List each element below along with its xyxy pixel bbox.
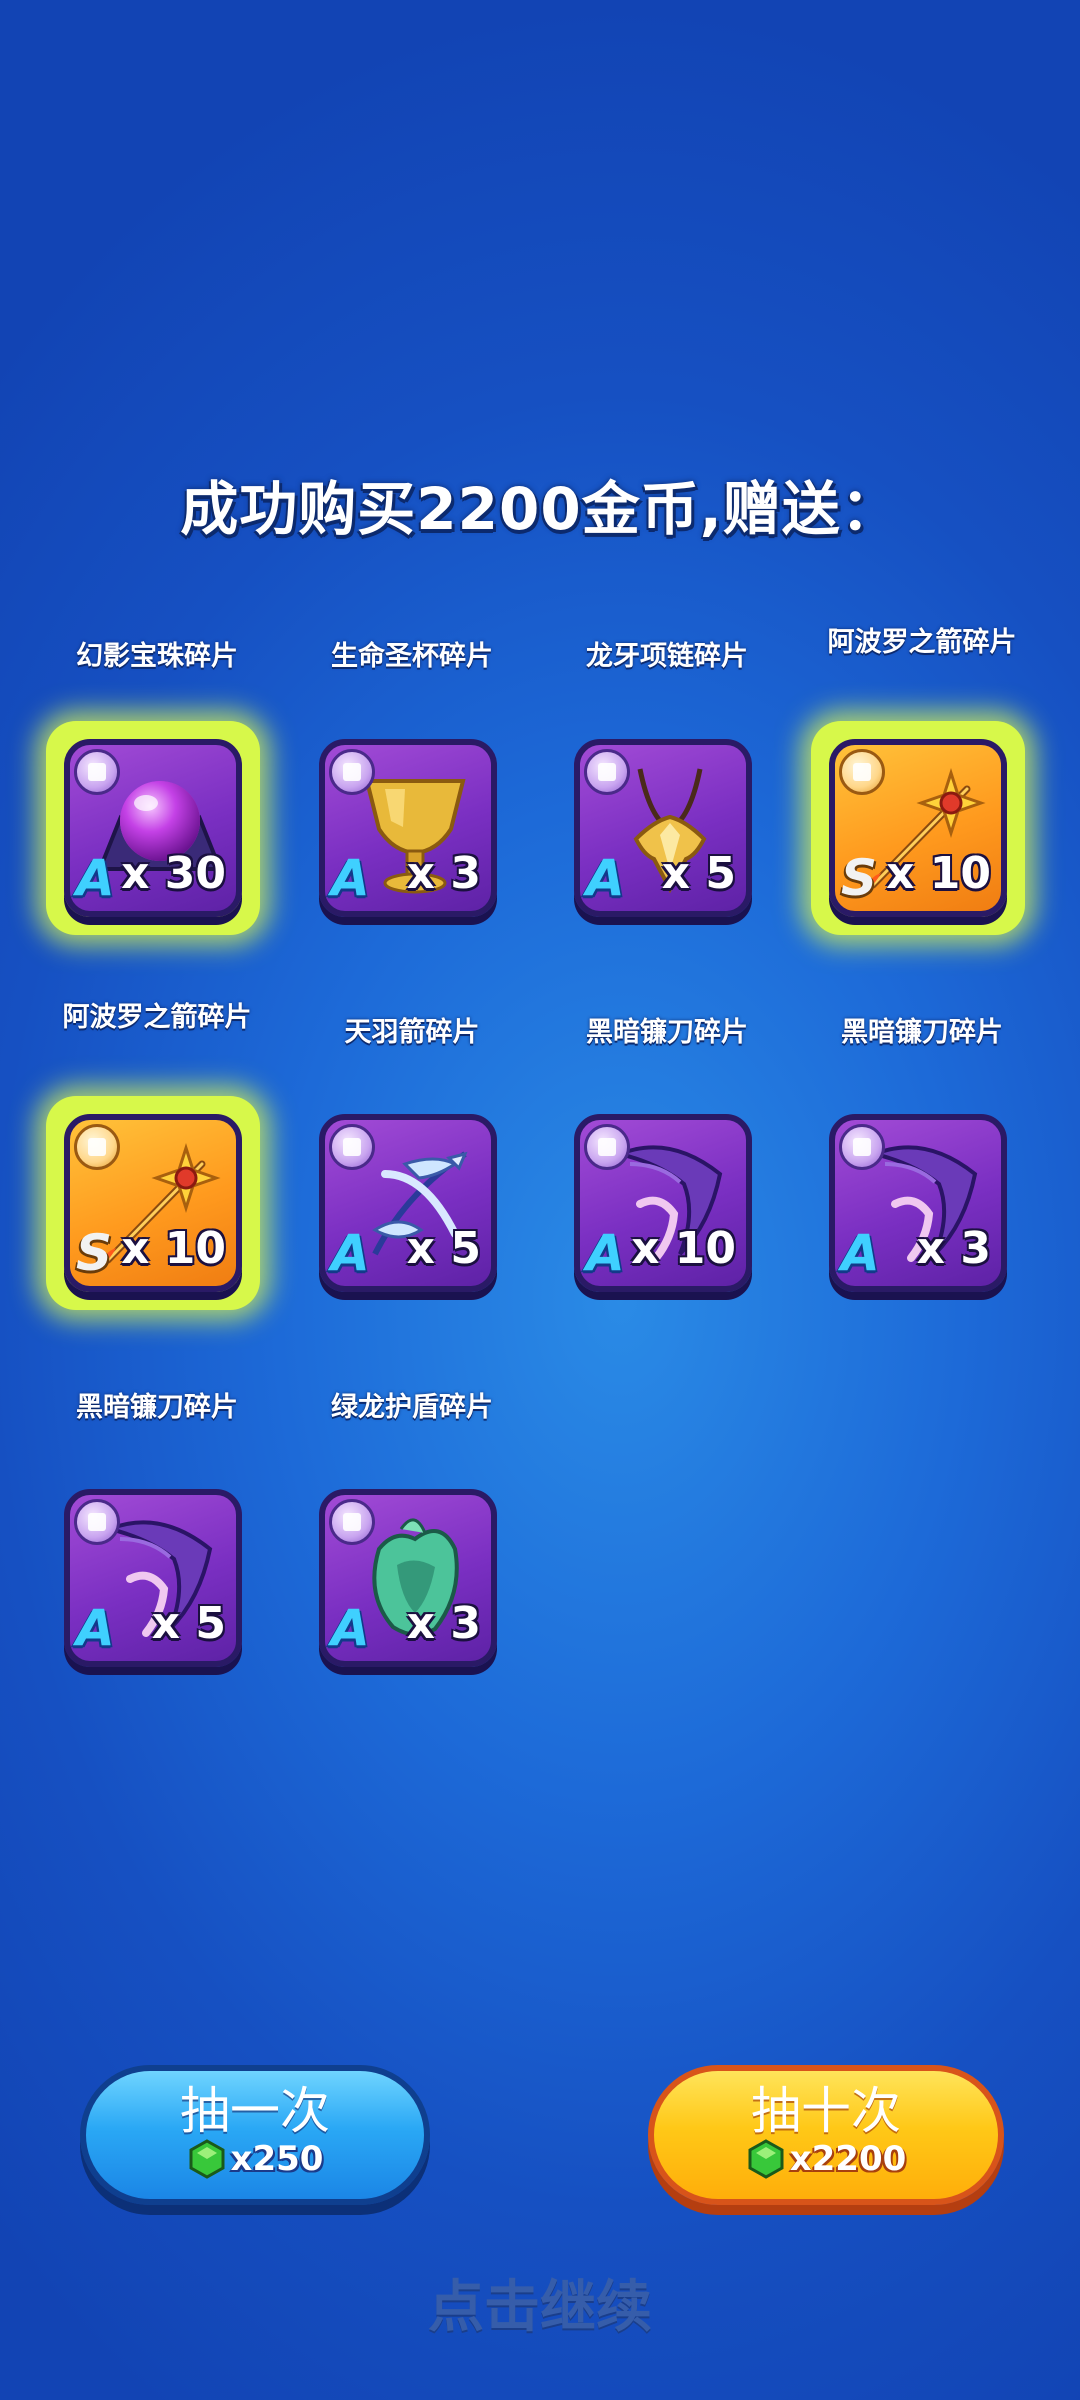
grade-badge: A [331,1599,370,1657]
item-quantity: x 5 [406,1223,481,1274]
item-quantity: x 5 [661,848,736,899]
item-card: A x 30 [64,739,242,917]
item-card: A x 3 [319,1489,497,1667]
item-quantity: x 3 [916,1223,991,1274]
item-name: 幻影宝珠碎片 [76,641,238,672]
item-quantity: x 10 [886,848,991,899]
draw-once-label: 抽一次 [180,2082,330,2140]
puzzle-piece-icon [329,1499,375,1545]
item-card: A x 5 [64,1489,242,1667]
item-quantity: x 3 [406,848,481,899]
draw-ten-cost-value: x2200 [789,2139,907,2179]
grade-badge: S [841,849,878,907]
item-quantity: x 5 [151,1598,226,1649]
draw-ten-button[interactable]: 抽十次 x2200 [648,2065,1004,2205]
item-quantity: x 10 [121,1223,226,1274]
puzzle-piece-icon [74,749,120,795]
item-card: A x 5 [574,739,752,917]
puzzle-piece-icon [584,749,630,795]
item-card: A x 5 [319,1114,497,1292]
grade-badge: A [841,1224,880,1282]
grade-badge: S [76,1224,113,1282]
item-card: S x 10 [64,1114,242,1292]
item-name: 生命圣杯碎片 [331,641,493,672]
grade-badge: A [586,849,625,907]
item-name: 绿龙护盾碎片 [331,1392,493,1423]
puzzle-piece-icon [74,1499,120,1545]
grade-badge: A [76,1599,115,1657]
item-quantity: x 10 [631,1223,736,1274]
draw-ten-cost: x2200 [746,2139,907,2179]
tap-to-continue[interactable]: 点击继续 [0,2262,1080,2343]
puzzle-piece-icon [839,1124,885,1170]
grade-badge: A [586,1224,625,1282]
puzzle-piece-icon [329,749,375,795]
item-name: 黑暗镰刀碎片 [586,1017,748,1048]
puzzle-piece-icon [74,1124,120,1170]
puzzle-piece-icon [839,749,885,795]
item-name: 黑暗镰刀碎片 [841,1017,1003,1048]
grade-badge: A [76,849,115,907]
item-name: 黑暗镰刀碎片 [76,1392,238,1423]
grade-badge: A [331,849,370,907]
draw-once-button[interactable]: 抽一次 x250 [80,2065,430,2205]
item-card: S x 10 [829,739,1007,917]
item-card: A x 3 [319,739,497,917]
item-name: 天羽箭碎片 [344,1017,480,1048]
item-name: 阿波罗之箭碎片 [827,627,1017,658]
green-gem-icon [189,2139,225,2179]
draw-ten-label: 抽十次 [751,2082,901,2140]
item-quantity: x 3 [406,1598,481,1649]
item-name: 阿波罗之箭碎片 [62,1002,252,1033]
reward-title: 成功购买2200金币,赠送： [180,475,900,543]
puzzle-piece-icon [584,1124,630,1170]
puzzle-piece-icon [329,1124,375,1170]
item-card: A x 3 [829,1114,1007,1292]
grade-badge: A [331,1224,370,1282]
green-gem-icon [748,2139,784,2179]
item-name: 龙牙项链碎片 [586,641,748,672]
item-card: A x 10 [574,1114,752,1292]
draw-once-cost-value: x250 [230,2139,324,2179]
draw-once-cost: x250 [187,2139,324,2179]
item-quantity: x 30 [121,848,226,899]
